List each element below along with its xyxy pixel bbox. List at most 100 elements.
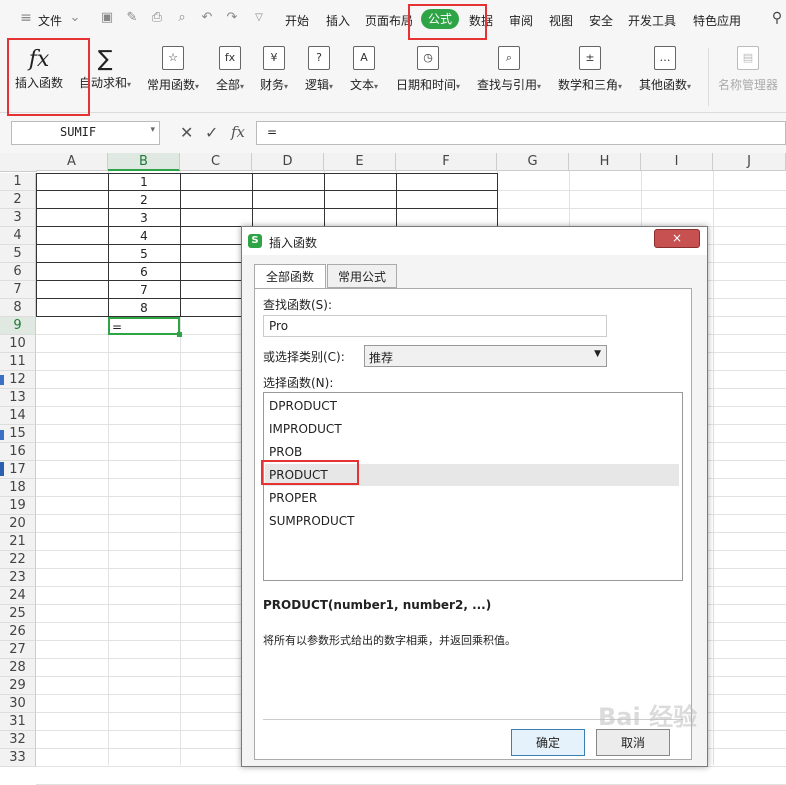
print-icon[interactable]: ⎙ bbox=[150, 11, 164, 25]
row-header[interactable]: 2 bbox=[0, 191, 36, 209]
row-header[interactable]: 33 bbox=[0, 749, 36, 767]
row-header[interactable]: 10 bbox=[0, 335, 36, 353]
row-header[interactable]: 20 bbox=[0, 515, 36, 533]
print-preview-icon[interactable]: ⌕ bbox=[175, 11, 189, 25]
column-header[interactable]: J bbox=[713, 153, 786, 171]
row-header[interactable]: 12 bbox=[0, 371, 36, 389]
logical-button[interactable]: ? 逻辑▾ bbox=[305, 46, 333, 93]
cell-value[interactable]: 4 bbox=[108, 227, 180, 245]
column-header[interactable]: A bbox=[36, 153, 108, 171]
cell-value[interactable]: 2 bbox=[108, 191, 180, 209]
row-header[interactable]: 4 bbox=[0, 227, 36, 245]
row-header[interactable]: 30 bbox=[0, 695, 36, 713]
common-functions-button[interactable]: ☆ 常用函数▾ bbox=[147, 46, 199, 93]
select-all-corner[interactable] bbox=[0, 153, 37, 172]
tab-all-functions[interactable]: 全部函数 bbox=[254, 264, 326, 289]
name-manager-button[interactable]: ▤ 名称管理器 bbox=[718, 46, 778, 93]
all-functions-button[interactable]: fx 全部▾ bbox=[216, 46, 244, 93]
tab-security[interactable]: 安全 bbox=[589, 12, 613, 29]
active-cell-b9[interactable]: = bbox=[108, 317, 180, 335]
cell-value[interactable]: 3 bbox=[108, 209, 180, 227]
list-item[interactable]: IMPRODUCT bbox=[265, 418, 679, 440]
tab-special-apps[interactable]: 特色应用 bbox=[693, 12, 741, 29]
row-header[interactable]: 11 bbox=[0, 353, 36, 371]
undo-icon[interactable]: ↶ bbox=[200, 11, 214, 25]
file-menu[interactable]: 文件 bbox=[38, 12, 62, 29]
customize-toolbar-icon[interactable]: ▽ bbox=[252, 11, 266, 25]
tab-home[interactable]: 开始 bbox=[285, 12, 309, 29]
row-header[interactable]: 14 bbox=[0, 407, 36, 425]
row-header[interactable]: 26 bbox=[0, 623, 36, 641]
row-header[interactable]: 32 bbox=[0, 731, 36, 749]
row-header[interactable]: 31 bbox=[0, 713, 36, 731]
tab-view[interactable]: 视图 bbox=[549, 12, 573, 29]
column-header[interactable]: B bbox=[108, 153, 180, 171]
dialog-titlebar[interactable]: S 插入函数 × bbox=[242, 227, 707, 255]
function-list[interactable]: DPRODUCT IMPRODUCT PROB PRODUCT PROPER S… bbox=[263, 392, 683, 581]
tab-developer[interactable]: 开发工具 bbox=[628, 12, 676, 29]
row-header[interactable]: 9 bbox=[0, 317, 36, 335]
row-header[interactable]: 6 bbox=[0, 263, 36, 281]
row-header[interactable]: 1 bbox=[0, 173, 36, 191]
cell-value[interactable]: 6 bbox=[108, 263, 180, 281]
column-header[interactable]: F bbox=[396, 153, 497, 171]
check-icon[interactable]: ✓ bbox=[205, 123, 218, 142]
cell-value[interactable]: 1 bbox=[108, 173, 180, 191]
lookup-reference-button[interactable]: ⌕ 查找与引用▾ bbox=[477, 46, 541, 93]
cancel-button[interactable]: 取消 bbox=[596, 729, 670, 756]
row-header[interactable]: 8 bbox=[0, 299, 36, 317]
save-icon[interactable]: ▣ bbox=[100, 11, 114, 25]
list-item[interactable]: PROPER bbox=[265, 487, 679, 509]
row-header[interactable]: 28 bbox=[0, 659, 36, 677]
cell-value[interactable]: 5 bbox=[108, 245, 180, 263]
chevron-down-icon[interactable]: ⌄ bbox=[68, 11, 82, 25]
ok-button[interactable]: 确定 bbox=[511, 729, 585, 756]
formula-input[interactable]: = bbox=[256, 121, 786, 145]
close-button[interactable]: × bbox=[654, 229, 700, 248]
column-header[interactable]: H bbox=[569, 153, 641, 171]
redo-icon[interactable]: ↷ bbox=[225, 11, 239, 25]
tab-insert[interactable]: 插入 bbox=[326, 12, 350, 29]
column-header[interactable]: C bbox=[180, 153, 252, 171]
row-header[interactable]: 23 bbox=[0, 569, 36, 587]
search-input[interactable]: Pro bbox=[263, 315, 607, 337]
row-header[interactable]: 24 bbox=[0, 587, 36, 605]
math-trig-button[interactable]: ± 数学和三角▾ bbox=[558, 46, 622, 93]
tab-page-layout[interactable]: 页面布局 bbox=[365, 12, 413, 29]
financial-button[interactable]: ¥ 财务▾ bbox=[260, 46, 288, 93]
category-select[interactable]: 推荐 ▼ bbox=[364, 345, 607, 367]
list-item[interactable]: DPRODUCT bbox=[265, 395, 679, 417]
row-header[interactable]: 27 bbox=[0, 641, 36, 659]
text-button[interactable]: A 文本▾ bbox=[350, 46, 378, 93]
row-header[interactable]: 13 bbox=[0, 389, 36, 407]
row-header[interactable]: 7 bbox=[0, 281, 36, 299]
list-item[interactable]: SUMPRODUCT bbox=[265, 510, 679, 532]
cancel-icon[interactable]: ✕ bbox=[180, 123, 193, 142]
tab-common-formulas[interactable]: 常用公式 bbox=[327, 264, 397, 288]
fx-icon[interactable]: fx bbox=[231, 123, 245, 141]
column-header[interactable]: D bbox=[252, 153, 324, 171]
row-header[interactable]: 16 bbox=[0, 443, 36, 461]
row-header[interactable]: 15 bbox=[0, 425, 36, 443]
row-header[interactable]: 25 bbox=[0, 605, 36, 623]
fill-handle[interactable] bbox=[177, 332, 182, 337]
column-header[interactable]: E bbox=[324, 153, 396, 171]
name-box[interactable]: SUMIF ▾ bbox=[11, 121, 160, 145]
row-header[interactable]: 19 bbox=[0, 497, 36, 515]
row-header[interactable]: 18 bbox=[0, 479, 36, 497]
row-header[interactable]: 17 bbox=[0, 461, 36, 479]
row-header[interactable]: 22 bbox=[0, 551, 36, 569]
date-time-button[interactable]: ◷ 日期和时间▾ bbox=[396, 46, 460, 93]
cell-value[interactable]: 7 bbox=[108, 281, 180, 299]
cell-value[interactable]: 8 bbox=[108, 299, 180, 317]
column-header[interactable]: G bbox=[497, 153, 569, 171]
row-header[interactable]: 21 bbox=[0, 533, 36, 551]
row-header[interactable]: 5 bbox=[0, 245, 36, 263]
row-header[interactable]: 29 bbox=[0, 677, 36, 695]
other-functions-button[interactable]: … 其他函数▾ bbox=[639, 46, 691, 93]
hamburger-menu-icon[interactable]: ≡ bbox=[19, 11, 33, 25]
search-icon[interactable]: ⚲ bbox=[770, 11, 784, 25]
column-header[interactable]: I bbox=[641, 153, 713, 171]
row-header[interactable]: 3 bbox=[0, 209, 36, 227]
tab-review[interactable]: 审阅 bbox=[509, 12, 533, 29]
